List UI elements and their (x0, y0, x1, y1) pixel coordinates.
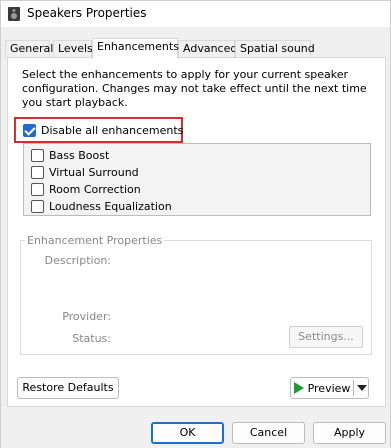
preview-button[interactable]: Preview (291, 378, 353, 398)
title-bar: Speakers Properties (1, 1, 390, 27)
checkbox-checked-icon[interactable] (23, 123, 36, 137)
status-label: Status: (72, 332, 111, 345)
split-divider (353, 380, 354, 396)
tab-general[interactable]: General (5, 40, 53, 58)
checkbox-icon[interactable] (31, 183, 44, 196)
list-item-label: Room Correction (49, 183, 141, 196)
list-item-room-correction[interactable]: Room Correction (31, 182, 141, 197)
list-item-virtual-surround[interactable]: Virtual Surround (31, 165, 139, 180)
play-icon (293, 382, 304, 394)
ok-button[interactable]: OK (151, 422, 224, 444)
speakers-properties-window: Speakers Properties General Levels Enhan… (0, 0, 391, 448)
enhancement-properties-title: Enhancement Properties (25, 234, 165, 247)
checkbox-icon[interactable] (31, 200, 44, 213)
preview-label: Preview (307, 381, 351, 395)
checkbox-icon[interactable] (31, 149, 44, 162)
tab-levels[interactable]: Levels (53, 40, 93, 58)
speaker-icon (8, 7, 20, 21)
list-item-loudness-equalization[interactable]: Loudness Equalization (31, 199, 172, 214)
tab-enhancements[interactable]: Enhancements (92, 38, 179, 59)
disable-all-enhancements-checkbox[interactable]: Disable all enhancements (23, 123, 183, 137)
window-title: Speakers Properties (27, 6, 147, 20)
list-item-label: Bass Boost (49, 149, 110, 162)
cancel-button[interactable]: Cancel (232, 422, 305, 444)
disable-all-label: Disable all enhancements (41, 123, 184, 137)
enhancements-list: Bass Boost Virtual Surround Room Correct… (23, 143, 371, 216)
enhancements-description: Select the enhancements to apply for you… (22, 68, 367, 109)
settings-button[interactable]: Settings... (289, 326, 363, 348)
tab-advanced[interactable]: Advanced (178, 40, 237, 58)
chevron-down-icon[interactable] (357, 385, 367, 391)
description-label: Description: (44, 254, 111, 267)
list-item-label: Loudness Equalization (49, 200, 172, 213)
provider-label: Provider: (62, 310, 111, 323)
restore-defaults-button[interactable]: Restore Defaults (17, 377, 119, 399)
preview-split-button[interactable]: Preview (290, 377, 369, 399)
apply-button[interactable]: Apply (313, 422, 386, 444)
list-item-label: Virtual Surround (49, 166, 139, 179)
tab-spatial-sound[interactable]: Spatial sound (235, 40, 315, 58)
checkbox-icon[interactable] (31, 166, 44, 179)
list-item-bass-boost[interactable]: Bass Boost (31, 148, 109, 163)
